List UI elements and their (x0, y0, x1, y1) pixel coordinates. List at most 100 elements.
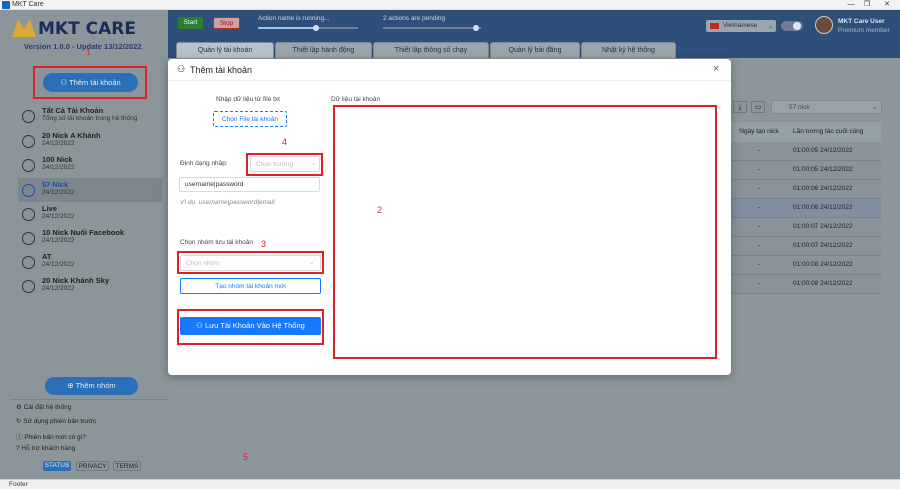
add-group-button[interactable]: ⊕ Thêm nhóm (45, 377, 138, 395)
privacy-tab[interactable]: PRIVACY (76, 461, 109, 471)
system-settings-link[interactable]: ⚙ Cài đặt hệ thống (16, 403, 71, 411)
add-group-label: Thêm nhóm (75, 381, 116, 390)
table-row[interactable]: - 01:00:07 24/12/2022 (731, 237, 881, 256)
tab-action-setup[interactable]: Thiết lập hành động (275, 42, 372, 58)
table-row[interactable]: - 01:00:05 24/12/2022 (731, 161, 881, 180)
window-titlebar: MKT Care — ❐ ✕ (0, 0, 900, 10)
import-label: Nhập dữ liệu từ file txt (216, 96, 280, 103)
folder-icon[interactable]: ▭ (751, 101, 765, 113)
footer-label: Footer (9, 481, 28, 488)
format-input[interactable]: username|password (179, 177, 320, 192)
pending-status: 2 actions are pending (383, 15, 446, 22)
sidebar-item-group[interactable]: 20 Nick A Khánh 24/12/2022 (22, 131, 162, 155)
sidebar-item-group[interactable]: 57 Nick 24/12/2022 (22, 180, 162, 204)
sidebar-item-group[interactable]: 20 Nick Khánh Sky 24/12/2022 (22, 276, 162, 300)
user-icon: ⚇ (177, 64, 186, 74)
table-cell: - (757, 261, 761, 268)
per-page-select[interactable]: 57 nick ⌄ (771, 100, 882, 114)
table-cell: - (757, 166, 761, 173)
tab-post-management[interactable]: Quản lý bài đăng (490, 42, 580, 58)
chevron-down-icon: ⌄ (309, 259, 315, 266)
table-cell: 01:00:07 24/12/2022 (793, 223, 853, 230)
table-cell: 01:00:05 24/12/2022 (793, 166, 853, 173)
user-add-icon: ⚇ (60, 78, 69, 87)
close-icon[interactable]: × (713, 63, 719, 75)
user-icon (22, 208, 35, 221)
table-row[interactable]: - 01:00:08 24/12/2022 (731, 256, 881, 275)
user-icon (22, 135, 35, 148)
sidebar-item-sub: 24/12/2022 (42, 261, 75, 268)
table-cell: - (757, 147, 761, 154)
sidebar-item-label: AT (42, 252, 52, 261)
format-select[interactable]: Chọn trường ⌄ (250, 156, 320, 172)
sidebar-item-label: 57 Nick (42, 180, 69, 189)
modal-header: ⚇ Thêm tài khoản × (168, 59, 731, 81)
account-data-textarea[interactable] (333, 105, 717, 359)
customer-support-link[interactable]: ? Hỗ trợ khách hàng (16, 445, 75, 452)
user-icon (22, 256, 35, 269)
language-select[interactable]: Vietnamese ⌄ (706, 20, 776, 32)
link-label: Cài đặt hệ thống (23, 404, 72, 411)
modal-title: Thêm tài khoản (190, 65, 253, 75)
data-label: Dữ liệu tài khoản (331, 96, 381, 103)
table-cell: 01:00:08 24/12/2022 (793, 261, 853, 268)
add-account-label: Thêm tài khoản (68, 78, 121, 87)
user-add-icon: ⚇ (196, 321, 205, 330)
tab-account-management[interactable]: Quản lý tài khoản (176, 42, 274, 58)
link-label: Hỗ trợ khách hàng (21, 445, 76, 452)
chevron-down-icon: ⌄ (311, 160, 317, 167)
annotation-2: 2 (377, 205, 383, 215)
sidebar-item-sub: Tổng số tài khoản trong hệ thống (42, 115, 138, 122)
user-plan: Premium member (838, 27, 890, 34)
save-accounts-button[interactable]: ⚇ Lưu Tài Khoản Vào Hệ Thống (180, 317, 321, 335)
sidebar-item-group[interactable]: Live 24/12/2022 (22, 204, 162, 228)
table-row[interactable]: - 01:00:08 24/12/2022 (731, 275, 881, 294)
status-bar: Footer (0, 479, 900, 489)
close-window-icon[interactable]: ✕ (880, 0, 894, 10)
table-row[interactable]: - 01:00:05 24/12/2022 (731, 142, 881, 161)
action-status: Action name is running... (258, 15, 330, 22)
sidebar-item-group[interactable]: 100 Nick 24/12/2022 (22, 155, 162, 179)
stop-button[interactable]: Stop (213, 17, 240, 29)
link-label: Sử dụng phiên bản trước (23, 418, 97, 425)
sidebar-item-sub: 24/12/2022 (42, 285, 75, 292)
status-tab[interactable]: STATUS (43, 461, 71, 471)
choose-file-button[interactable]: Chọn File tài khoản (213, 111, 287, 127)
sidebar-item-group[interactable]: 10 Nick Nuôi Facebook 24/12/2022 (22, 228, 162, 252)
brand-name: MKT CARE (38, 19, 136, 39)
sidebar-item-sub: 24/12/2022 (42, 213, 75, 220)
group-label: Chọn nhóm lưu tài khoản (180, 239, 254, 246)
user-name: MKT Care User (838, 18, 885, 25)
whats-new-link[interactable]: ⓘ Phiên bản mới có gì? (16, 431, 86, 441)
sidebar-item-group[interactable]: AT 24/12/2022 (22, 252, 162, 276)
maximize-icon[interactable]: ❐ (860, 0, 874, 10)
add-account-button[interactable]: ⚇ Thêm tài khoản (43, 73, 138, 92)
group-select[interactable]: Chọn nhóm ⌄ (180, 255, 321, 271)
previous-version-link[interactable]: ↻ Sử dụng phiên bản trước (16, 417, 96, 425)
tab-system-log[interactable]: Nhật ký hệ thống (581, 42, 676, 58)
minimize-icon[interactable]: — (844, 0, 858, 10)
table-cell: - (757, 280, 761, 287)
sidebar-item-label: Live (42, 204, 58, 213)
table-cell: - (757, 223, 761, 230)
sidebar-item-all[interactable]: Tất Cả Tài Khoản Tổng số tài khoản trong… (22, 106, 162, 130)
app-logo-icon (2, 1, 10, 9)
column-header: Lần tương tác cuối cùng (793, 128, 864, 135)
save-label: Lưu Tài Khoản Vào Hệ Thống (204, 321, 305, 330)
theme-toggle[interactable] (781, 21, 803, 31)
app-version: Version 1.0.0 - Update 13/12/2022 (24, 42, 142, 51)
gear-icon: ⚙ (16, 404, 24, 411)
create-group-button[interactable]: Tạo nhóm tài khoản mới (180, 278, 321, 294)
add-account-modal: ⚇ Thêm tài khoản × Nhập dữ liệu từ file … (168, 59, 731, 375)
terms-tab[interactable]: TERMS (113, 461, 141, 471)
annotation-4: 4 (282, 137, 288, 147)
avatar[interactable] (815, 16, 833, 34)
tab-run-parameters[interactable]: Thiết lập thông số chạy (373, 42, 489, 58)
table-cell: 01:00:05 24/12/2022 (793, 147, 853, 154)
table-row[interactable]: - 01:00:06 24/12/2022 (731, 180, 881, 199)
table-row[interactable]: - 01:00:07 24/12/2022 (731, 218, 881, 237)
upload-icon[interactable]: ⤓ (733, 101, 747, 113)
table-row[interactable]: - 01:00:06 24/12/2022 (731, 199, 881, 218)
start-button[interactable]: Start (178, 17, 203, 29)
divider (10, 399, 168, 400)
